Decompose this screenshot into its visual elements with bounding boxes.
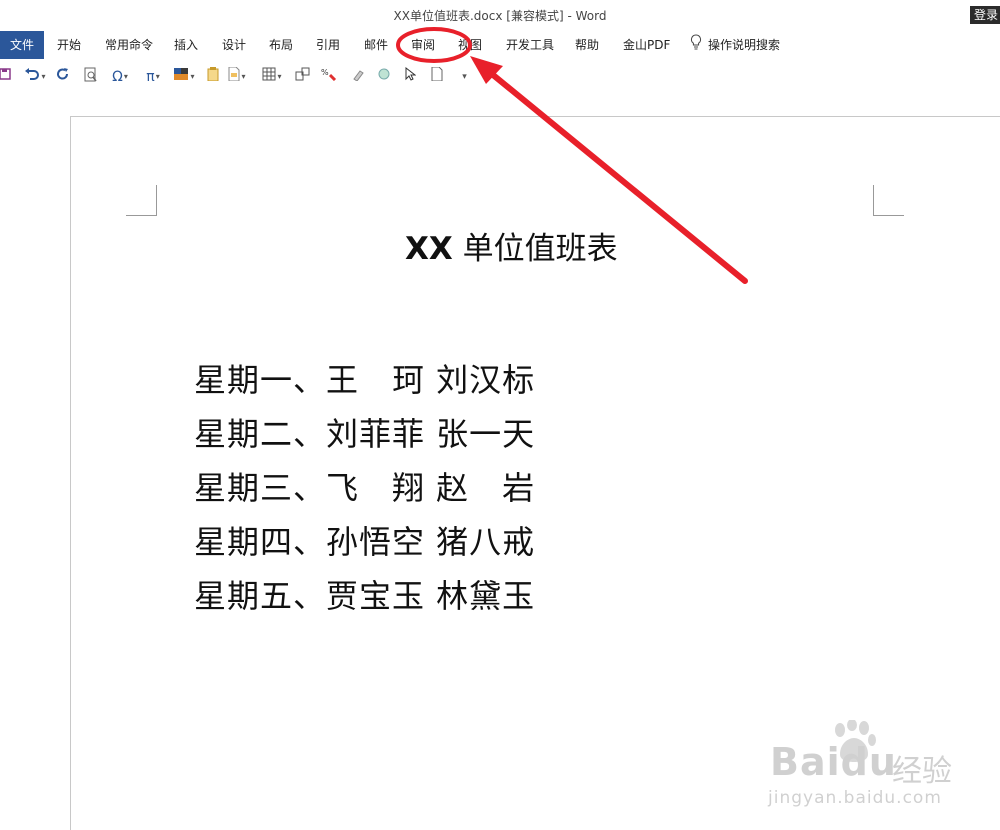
- watermark-url: jingyan.baidu.com: [768, 788, 942, 808]
- margin-corner-top-right: [873, 185, 904, 216]
- symbol-omega-icon[interactable]: Ω▾: [106, 67, 134, 87]
- tab-review[interactable]: 审阅: [411, 31, 435, 59]
- tab-references[interactable]: 引用: [316, 31, 340, 59]
- shape-circle-icon[interactable]: [376, 67, 392, 87]
- tab-developer[interactable]: 开发工具: [506, 31, 554, 59]
- tab-insert[interactable]: 插入: [174, 31, 198, 59]
- customize-dropdown-icon[interactable]: ▾: [458, 67, 470, 87]
- document-area: XX 单位值班表 星期一、王 珂 刘汉标 星期二、刘菲菲 张一天 星期三、飞 翔…: [0, 92, 1000, 830]
- tab-home[interactable]: 开始: [57, 31, 81, 59]
- watermark-cn: 经验: [892, 754, 952, 789]
- login-button[interactable]: 登录: [970, 6, 1000, 24]
- heading-prefix: XX: [405, 231, 453, 267]
- print-preview-icon[interactable]: [82, 67, 100, 87]
- tab-layout[interactable]: 布局: [269, 31, 293, 59]
- tell-me-search[interactable]: 操作说明搜索: [690, 31, 780, 59]
- equation-pi-icon[interactable]: π▾: [140, 67, 166, 87]
- format-painter-icon[interactable]: %: [320, 67, 338, 87]
- omega-glyph: Ω: [112, 69, 123, 85]
- tell-me-label: 操作说明搜索: [708, 38, 781, 52]
- tab-kingsoft-pdf[interactable]: 金山PDF: [623, 31, 670, 59]
- ribbon-tabs: 文件 开始 常用命令 插入 设计 布局 引用 邮件 审阅 视图 开发工具 帮助 …: [0, 31, 1000, 59]
- save-icon[interactable]: [0, 67, 12, 87]
- tab-design[interactable]: 设计: [222, 31, 246, 59]
- quick-access-toolbar: ▾ Ω▾ π▾ ▾ ▾ ▾ % ▾: [0, 62, 1000, 92]
- duty-line-friday[interactable]: 星期五、贾宝玉 林黛玉: [194, 571, 535, 617]
- tab-common-commands[interactable]: 常用命令: [105, 31, 153, 59]
- window-title: XX单位值班表.docx [兼容模式] - Word: [393, 9, 607, 23]
- highlight-icon[interactable]: [350, 67, 366, 87]
- select-pointer-icon[interactable]: [403, 66, 417, 87]
- duty-line-monday[interactable]: 星期一、王 珂 刘汉标: [194, 355, 535, 401]
- undo-icon[interactable]: ▾: [22, 67, 48, 87]
- tab-file[interactable]: 文件: [0, 31, 44, 59]
- sort-icon[interactable]: [294, 67, 312, 87]
- document-heading[interactable]: XX 单位值班表: [405, 223, 618, 268]
- watermark-brand: Baidu: [770, 740, 897, 784]
- duty-line-thursday[interactable]: 星期四、孙悟空 猪八戒: [194, 517, 535, 563]
- document-icon[interactable]: ▾: [226, 66, 248, 87]
- baidu-jingyan-watermark: Baidu 经验 jingyan.baidu.com: [762, 720, 992, 820]
- tab-mailings[interactable]: 邮件: [364, 31, 388, 59]
- title-bar: XX单位值班表.docx [兼容模式] - Word 登录: [0, 0, 1000, 31]
- duty-line-wednesday[interactable]: 星期三、飞 翔 赵 岩: [194, 463, 535, 509]
- tab-view[interactable]: 视图: [458, 31, 482, 59]
- duty-line-tuesday[interactable]: 星期二、刘菲菲 张一天: [194, 409, 535, 455]
- paste-icon[interactable]: [206, 67, 220, 87]
- lightbulb-icon: [690, 32, 702, 60]
- svg-text:%: %: [321, 68, 329, 77]
- margin-corner-top-left: [126, 185, 157, 216]
- new-page-icon[interactable]: [430, 66, 444, 87]
- heading-text: 单位值班表: [452, 231, 618, 267]
- color-fill-icon[interactable]: ▾: [170, 67, 198, 87]
- table-icon[interactable]: ▾: [258, 67, 286, 87]
- tab-help[interactable]: 帮助: [575, 31, 599, 59]
- pi-glyph: π: [146, 69, 155, 85]
- redo-icon[interactable]: [55, 67, 71, 87]
